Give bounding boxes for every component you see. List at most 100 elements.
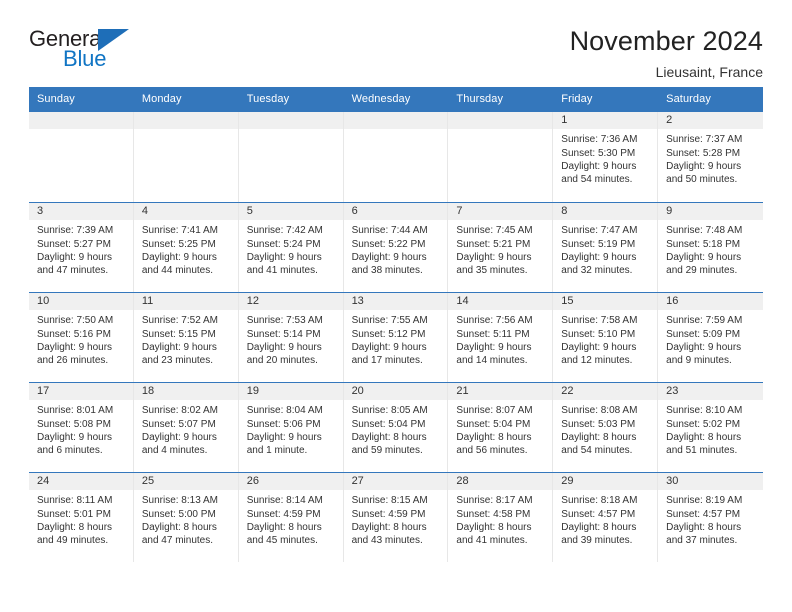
sunset-text: Sunset: 5:12 PM	[351, 328, 426, 340]
page-header: General Blue November 2024 Lieusaint, Fr…	[0, 0, 792, 81]
sunset-text: Sunset: 5:04 PM	[456, 418, 531, 430]
sunset-text: Sunset: 5:24 PM	[246, 238, 321, 250]
calendar-weeks: 1 Sunrise: 7:36 AM Sunset: 5:30 PM Daylight…	[29, 112, 763, 563]
sunrise-text: Sunrise: 8:08 AM	[561, 405, 638, 417]
day-number: 11	[133, 293, 238, 311]
day-cell[interactable]: 3 Sunrise: 7:39 AM Sunset: 5:27 PM Daylight…	[29, 203, 134, 293]
day-details: Sunrise: 7:36 AM Sunset: 5:30 PM Daylight:…	[553, 129, 657, 187]
daylight-text-line1: Daylight: 8 hours	[37, 522, 113, 533]
sunrise-text: Sunrise: 7:52 AM	[141, 315, 218, 327]
day-cell[interactable]: 1 Sunrise: 7:36 AM Sunset: 5:30 PM Daylight…	[553, 112, 659, 203]
day-cell[interactable]: 8 Sunrise: 7:47 AM Sunset: 5:19 PM Daylight…	[553, 203, 659, 293]
day-cell[interactable]: 19 Sunrise: 8:04 AM Sunset: 5:06 PM Dayligh…	[238, 383, 344, 473]
day-cell[interactable]: 27 Sunrise: 8:15 AM Sunset: 4:59 PM Dayligh…	[343, 473, 449, 563]
day-cell[interactable]: 15 Sunrise: 7:58 AM Sunset: 5:10 PM Dayligh…	[553, 293, 659, 383]
daylight-text-line1: Daylight: 9 hours	[561, 252, 637, 263]
day-details: Sunrise: 8:14 AM Sunset: 4:59 PM Daylight:…	[239, 490, 343, 548]
sunrise-text: Sunrise: 8:13 AM	[141, 495, 218, 507]
daylight-text-line1: Daylight: 8 hours	[456, 522, 532, 533]
day-cell[interactable]: 6 Sunrise: 7:44 AM Sunset: 5:22 PM Daylight…	[343, 203, 449, 293]
day-cell[interactable]: 4 Sunrise: 7:41 AM Sunset: 5:25 PM Daylight…	[133, 203, 239, 293]
calendar-week-row: 3 Sunrise: 7:39 AM Sunset: 5:27 PM Daylight…	[29, 202, 763, 293]
day-number: 4	[133, 203, 238, 221]
sunset-text: Sunset: 5:27 PM	[37, 238, 111, 250]
day-cell[interactable]: 18 Sunrise: 8:02 AM Sunset: 5:07 PM Dayligh…	[133, 383, 239, 473]
day-number: 30	[658, 473, 763, 491]
day-details: Sunrise: 8:04 AM Sunset: 5:06 PM Daylight:…	[239, 400, 343, 458]
day-cell[interactable]: 12 Sunrise: 7:53 AM Sunset: 5:14 PM Dayligh…	[238, 293, 344, 383]
sunset-text: Sunset: 5:30 PM	[561, 147, 636, 159]
day-details: Sunrise: 8:17 AM Sunset: 4:58 PM Daylight:…	[448, 490, 552, 548]
day-cell[interactable]: 11 Sunrise: 7:52 AM Sunset: 5:15 PM Dayligh…	[133, 293, 239, 383]
day-cell[interactable]: 17 Sunrise: 8:01 AM Sunset: 5:08 PM Dayligh…	[29, 383, 134, 473]
calendar-week-row: 1 Sunrise: 7:36 AM Sunset: 5:30 PM Daylight…	[29, 112, 763, 203]
sunrise-text: Sunrise: 8:10 AM	[666, 405, 743, 417]
day-details: Sunrise: 8:19 AM Sunset: 4:57 PM Daylight:…	[658, 490, 763, 548]
sunset-text: Sunset: 5:10 PM	[561, 328, 636, 340]
day-cell[interactable]: 22 Sunrise: 8:08 AM Sunset: 5:03 PM Dayligh…	[553, 383, 659, 473]
day-number: 26	[238, 473, 343, 491]
daylight-text-line2: and 29 minutes.	[666, 265, 738, 277]
day-number: 8	[553, 203, 658, 221]
title-block: November 2024 Lieusaint, France	[570, 26, 763, 81]
weekday-header-thursday: Thursday	[456, 93, 504, 105]
day-number: 24	[29, 473, 133, 491]
sunrise-text: Sunrise: 7:44 AM	[351, 225, 428, 237]
day-cell[interactable]: 13 Sunrise: 7:55 AM Sunset: 5:12 PM Dayligh…	[343, 293, 449, 383]
day-number	[448, 112, 553, 130]
day-cell[interactable]: 14 Sunrise: 7:56 AM Sunset: 5:11 PM Dayligh…	[448, 293, 554, 383]
sunrise-text: Sunrise: 7:59 AM	[666, 315, 743, 327]
daylight-text-line2: and 20 minutes.	[246, 355, 318, 367]
sunrise-text: Sunrise: 8:05 AM	[351, 405, 428, 417]
day-number: 15	[553, 293, 658, 311]
daylight-text-line1: Daylight: 8 hours	[561, 522, 637, 533]
day-details: Sunrise: 8:08 AM Sunset: 5:03 PM Daylight:…	[553, 400, 657, 458]
day-cell[interactable]: 30 Sunrise: 8:19 AM Sunset: 4:57 PM Dayligh…	[658, 473, 763, 563]
sunset-text: Sunset: 4:58 PM	[456, 508, 531, 520]
daylight-text-line2: and 41 minutes.	[456, 535, 528, 547]
day-number: 21	[448, 383, 553, 401]
daylight-text-line2: and 4 minutes.	[141, 445, 208, 457]
day-cell[interactable]: 28 Sunrise: 8:17 AM Sunset: 4:58 PM Dayligh…	[448, 473, 554, 563]
daylight-text-line1: Daylight: 8 hours	[351, 522, 427, 533]
day-cell[interactable]: 26 Sunrise: 8:14 AM Sunset: 4:59 PM Dayligh…	[238, 473, 344, 563]
day-cell[interactable]: 5 Sunrise: 7:42 AM Sunset: 5:24 PM Daylight…	[238, 203, 344, 293]
daylight-text-line1: Daylight: 9 hours	[37, 252, 113, 263]
day-number: 3	[29, 203, 133, 221]
daylight-text-line1: Daylight: 8 hours	[561, 432, 637, 443]
sunrise-text: Sunrise: 7:47 AM	[561, 225, 638, 237]
day-cell[interactable]: 16 Sunrise: 7:59 AM Sunset: 5:09 PM Dayligh…	[658, 293, 763, 383]
day-cell[interactable]: 7 Sunrise: 7:45 AM Sunset: 5:21 PM Daylight…	[448, 203, 554, 293]
day-number: 12	[238, 293, 343, 311]
day-details: Sunrise: 7:39 AM Sunset: 5:27 PM Daylight:…	[29, 220, 133, 278]
day-cell[interactable]: 9 Sunrise: 7:48 AM Sunset: 5:18 PM Daylight…	[658, 203, 763, 293]
day-cell[interactable]: 25 Sunrise: 8:13 AM Sunset: 5:00 PM Dayligh…	[133, 473, 239, 563]
daylight-text-line1: Daylight: 9 hours	[141, 342, 217, 353]
daylight-text-line2: and 47 minutes.	[141, 535, 214, 547]
sunset-text: Sunset: 4:57 PM	[666, 508, 741, 520]
day-details: Sunrise: 7:47 AM Sunset: 5:19 PM Daylight:…	[553, 220, 657, 278]
sunset-text: Sunset: 5:25 PM	[141, 238, 216, 250]
day-cell[interactable]: 20 Sunrise: 8:05 AM Sunset: 5:04 PM Dayligh…	[343, 383, 449, 473]
daylight-text-line1: Daylight: 9 hours	[666, 252, 742, 263]
day-cell[interactable]: 23 Sunrise: 8:10 AM Sunset: 5:02 PM Dayligh…	[658, 383, 763, 473]
daylight-text-line2: and 38 minutes.	[351, 265, 423, 277]
day-cell[interactable]: 21 Sunrise: 8:07 AM Sunset: 5:04 PM Dayligh…	[448, 383, 554, 473]
day-cell[interactable]: 29 Sunrise: 8:18 AM Sunset: 4:57 PM Dayligh…	[553, 473, 659, 563]
daylight-text-line2: and 17 minutes.	[351, 355, 423, 367]
daylight-text-line1: Daylight: 8 hours	[246, 522, 322, 533]
sunrise-text: Sunrise: 8:18 AM	[561, 495, 638, 507]
day-number	[343, 112, 448, 130]
generalblue-logo[interactable]: General Blue	[29, 26, 149, 76]
day-number: 5	[238, 203, 343, 221]
daylight-text-line1: Daylight: 9 hours	[141, 252, 217, 263]
day-cell[interactable]: 2 Sunrise: 7:37 AM Sunset: 5:28 PM Daylight…	[658, 112, 763, 203]
weekday-header-tuesday: Tuesday	[246, 93, 290, 105]
weekday-header-sunday: Sunday	[37, 93, 75, 105]
day-cell-empty	[448, 112, 554, 203]
sunset-text: Sunset: 5:03 PM	[561, 418, 636, 430]
daylight-text-line2: and 51 minutes.	[666, 445, 738, 457]
daylight-text-line1: Daylight: 9 hours	[246, 252, 322, 263]
day-cell[interactable]: 10 Sunrise: 7:50 AM Sunset: 5:16 PM Dayligh…	[29, 293, 134, 383]
day-cell[interactable]: 24 Sunrise: 8:11 AM Sunset: 5:01 PM Dayligh…	[29, 473, 134, 563]
